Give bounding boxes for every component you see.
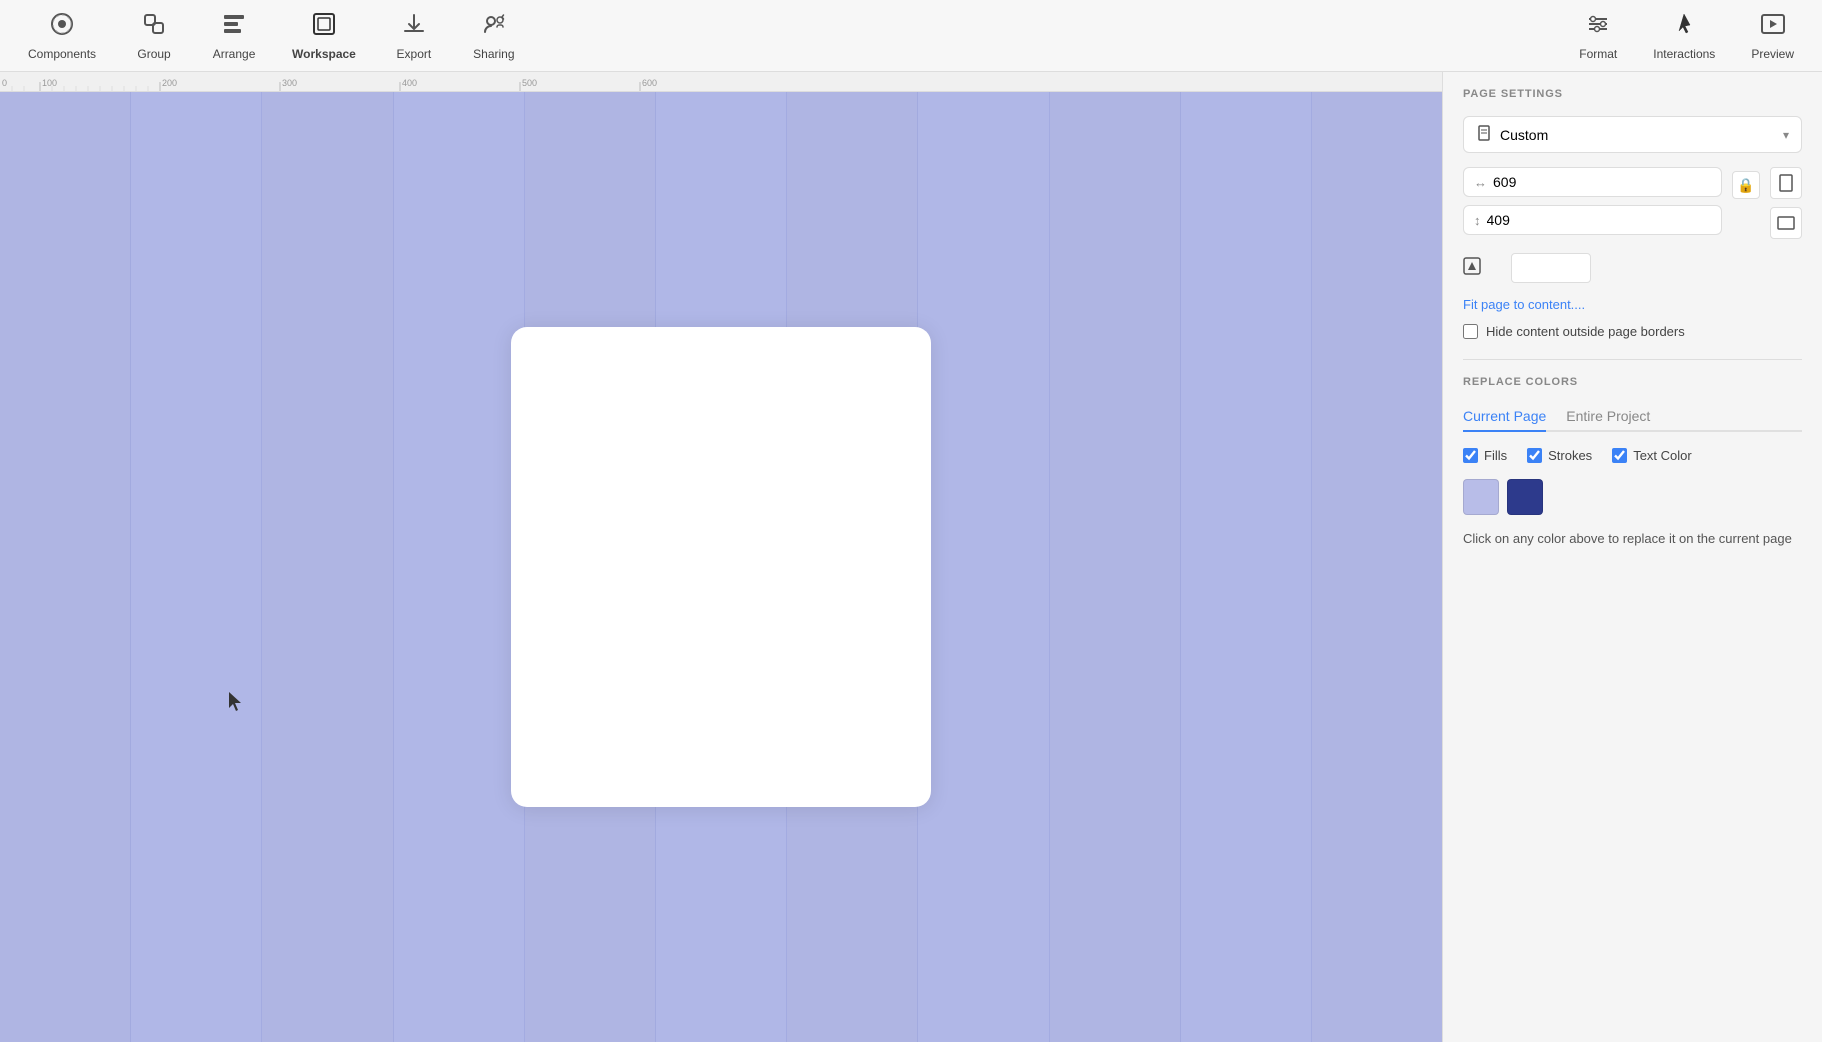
content-area: 0 100 200 300 400 500 600	[0, 72, 1822, 1042]
color-swatch-light-blue[interactable]	[1463, 479, 1499, 515]
section-divider	[1463, 359, 1802, 360]
svg-text:100: 100	[42, 78, 57, 88]
hide-content-label: Hide content outside page borders	[1486, 324, 1685, 339]
interactions-label: Interactions	[1653, 47, 1715, 61]
page-settings-title: PAGE SETTINGS	[1463, 88, 1802, 100]
bg-fill-icon	[1463, 257, 1481, 280]
height-icon: ↕	[1474, 213, 1481, 228]
background-color-row	[1463, 253, 1802, 283]
fills-label: Fills	[1484, 448, 1507, 463]
export-label: Export	[397, 47, 432, 61]
color-swatches	[1463, 479, 1802, 515]
bg-color-input-group[interactable]	[1463, 253, 1591, 283]
preset-dropdown[interactable]: Custom ▾	[1463, 116, 1802, 153]
wh-inputs: ↔ ↕	[1463, 167, 1722, 235]
text-color-checkbox-item: Text Color	[1612, 448, 1692, 463]
canvas-container: 0 100 200 300 400 500 600	[0, 72, 1442, 1042]
toolbar-item-export[interactable]: Export	[374, 3, 454, 69]
fills-checkbox[interactable]	[1463, 448, 1478, 463]
page-orientation-icons	[1770, 167, 1802, 239]
tab-entire-project-label: Entire Project	[1566, 408, 1650, 424]
preview-label: Preview	[1751, 47, 1794, 61]
svg-text:400: 400	[402, 78, 417, 88]
height-input-container[interactable]: ↕	[1463, 205, 1722, 235]
right-panel: PAGE SETTINGS Custom ▾ ↔	[1442, 72, 1822, 1042]
strokes-checkbox[interactable]	[1527, 448, 1542, 463]
fit-page-link[interactable]: Fit page to content....	[1463, 297, 1802, 312]
hide-content-row: Hide content outside page borders	[1463, 324, 1802, 339]
workspace-icon	[311, 11, 337, 43]
toolbar-right: Format Interactions Preview	[1561, 3, 1812, 69]
export-icon	[401, 11, 427, 43]
svg-text:300: 300	[282, 78, 297, 88]
lock-section: 🔒	[1732, 167, 1760, 199]
landscape-button[interactable]	[1770, 207, 1802, 239]
toolbar-item-interactions[interactable]: Interactions	[1635, 3, 1733, 69]
tab-entire-project[interactable]: Entire Project	[1566, 402, 1650, 432]
lock-button[interactable]: 🔒	[1732, 171, 1760, 199]
svg-text:500: 500	[522, 78, 537, 88]
format-label: Format	[1579, 47, 1617, 61]
strokes-label: Strokes	[1548, 448, 1592, 463]
ruler-svg: 0 100 200 300 400 500 600	[0, 72, 1442, 91]
interactions-icon	[1671, 11, 1697, 43]
toolbar-item-components[interactable]: Components	[10, 3, 114, 69]
width-input-container[interactable]: ↔	[1463, 167, 1722, 197]
width-input[interactable]	[1493, 174, 1553, 190]
canvas[interactable]	[0, 92, 1442, 1042]
components-icon	[49, 11, 75, 43]
toolbar-item-sharing[interactable]: Sharing	[454, 3, 534, 69]
bg-color-swatch[interactable]	[1511, 253, 1591, 283]
arrange-icon	[221, 11, 247, 43]
dropdown-arrow-icon: ▾	[1783, 128, 1789, 142]
group-label: Group	[137, 47, 170, 61]
portrait-button[interactable]	[1770, 167, 1802, 199]
strokes-checkbox-item: Strokes	[1527, 448, 1592, 463]
group-icon	[141, 11, 167, 43]
cursor	[225, 690, 245, 720]
format-icon	[1585, 11, 1611, 43]
tab-current-page[interactable]: Current Page	[1463, 402, 1546, 432]
toolbar-item-arrange[interactable]: Arrange	[194, 3, 274, 69]
preset-label: Custom	[1500, 127, 1783, 143]
components-label: Components	[28, 47, 96, 61]
workspace-label: Workspace	[292, 47, 356, 61]
sharing-icon	[481, 11, 507, 43]
replace-colors-title: REPLACE COLORS	[1463, 376, 1802, 388]
toolbar-left: Components Group Arrange	[10, 3, 534, 69]
sharing-label: Sharing	[473, 47, 514, 61]
svg-text:600: 600	[642, 78, 657, 88]
toolbar-item-group[interactable]: Group	[114, 3, 194, 69]
hide-content-checkbox[interactable]	[1463, 324, 1478, 339]
svg-text:200: 200	[162, 78, 177, 88]
toolbar: Components Group Arrange	[0, 0, 1822, 72]
height-input[interactable]	[1487, 212, 1547, 228]
tab-current-page-label: Current Page	[1463, 408, 1546, 424]
preview-icon	[1760, 11, 1786, 43]
width-icon: ↔	[1474, 175, 1487, 190]
toolbar-item-format[interactable]: Format	[1561, 3, 1635, 69]
toolbar-item-workspace[interactable]: Workspace	[274, 3, 374, 69]
text-color-checkbox[interactable]	[1612, 448, 1627, 463]
color-type-checkboxes: Fills Strokes Text Color	[1463, 448, 1802, 463]
preset-dropdown-row: Custom ▾	[1463, 116, 1802, 153]
dropdown-page-icon	[1476, 125, 1492, 144]
replace-colors-tabs: Current Page Entire Project	[1463, 402, 1802, 432]
fills-checkbox-item: Fills	[1463, 448, 1507, 463]
svg-text:0: 0	[2, 78, 7, 88]
ruler-horizontal: 0 100 200 300 400 500 600	[0, 72, 1442, 92]
toolbar-item-preview[interactable]: Preview	[1733, 3, 1812, 69]
color-swatch-dark-blue[interactable]	[1507, 479, 1543, 515]
canvas-card	[511, 327, 931, 807]
text-color-label: Text Color	[1633, 448, 1692, 463]
colors-description: Click on any color above to replace it o…	[1463, 529, 1802, 549]
dimensions-section: ↔ ↕ 🔒	[1463, 167, 1802, 239]
arrange-label: Arrange	[213, 47, 256, 61]
